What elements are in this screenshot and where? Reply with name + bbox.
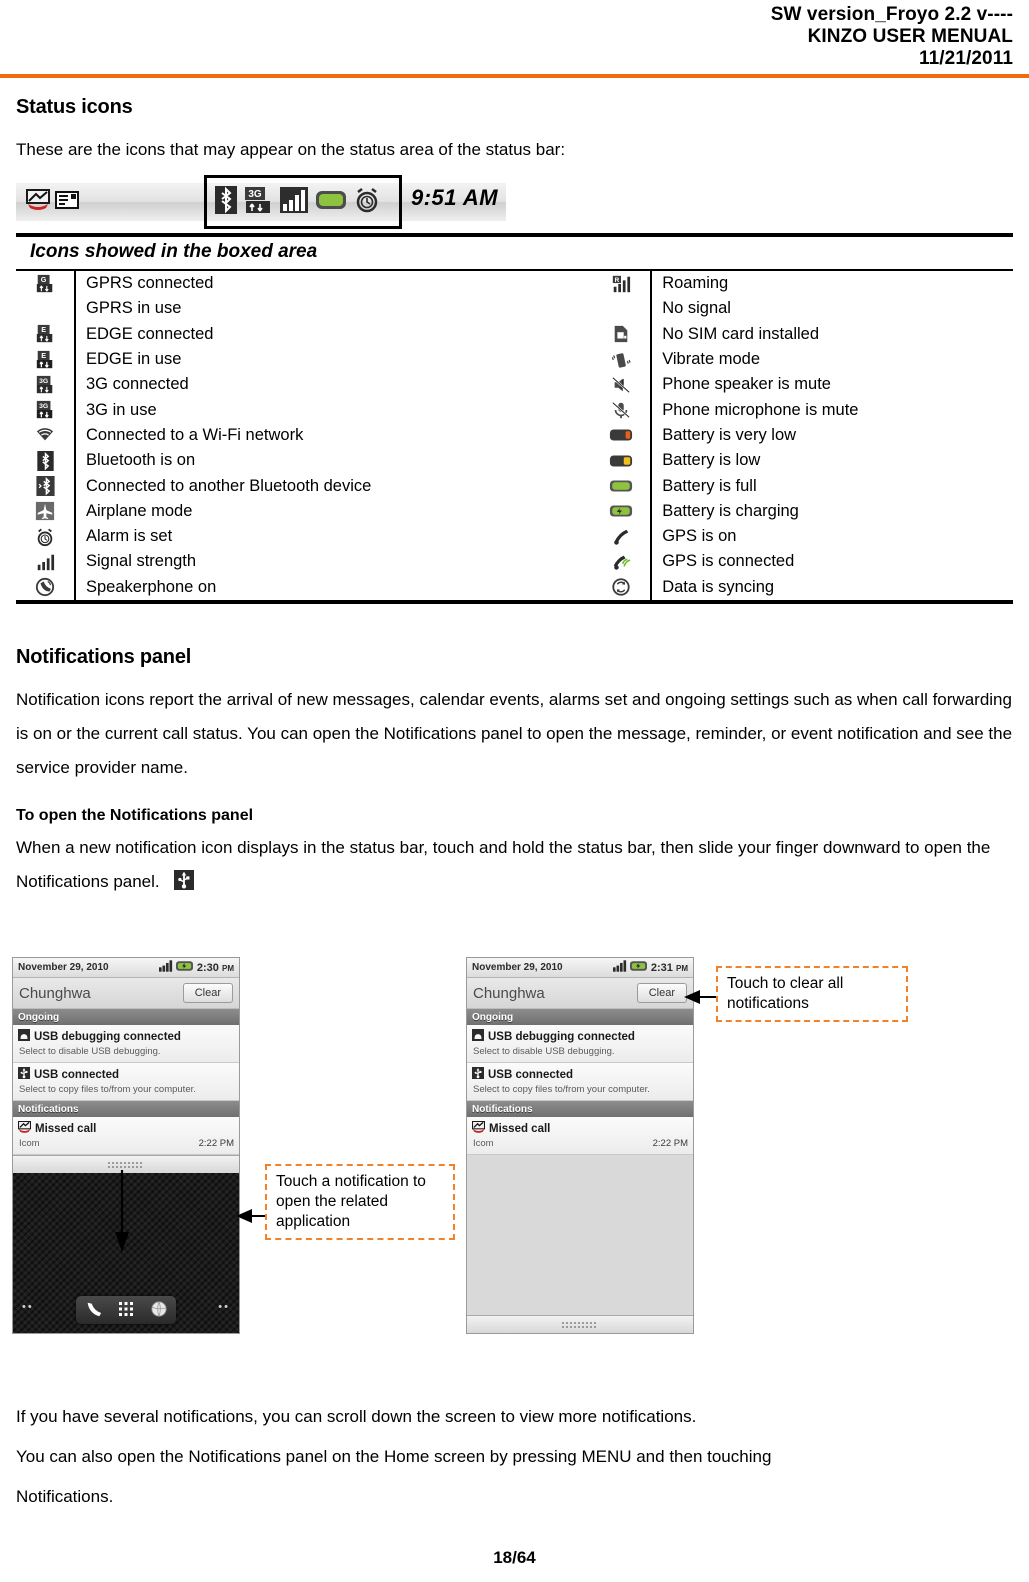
arrow-to-notification — [115, 1170, 265, 1252]
callout-touch-notification: Touch a notification to open the related… — [265, 1164, 455, 1240]
closing-line-2: You can also open the Notifications pane… — [16, 1447, 772, 1466]
closing-line-3: Notifications. — [16, 1487, 114, 1506]
page-number: 18/64 — [493, 1548, 536, 1567]
closing-line-1: If you have several notifications, you c… — [16, 1407, 697, 1426]
